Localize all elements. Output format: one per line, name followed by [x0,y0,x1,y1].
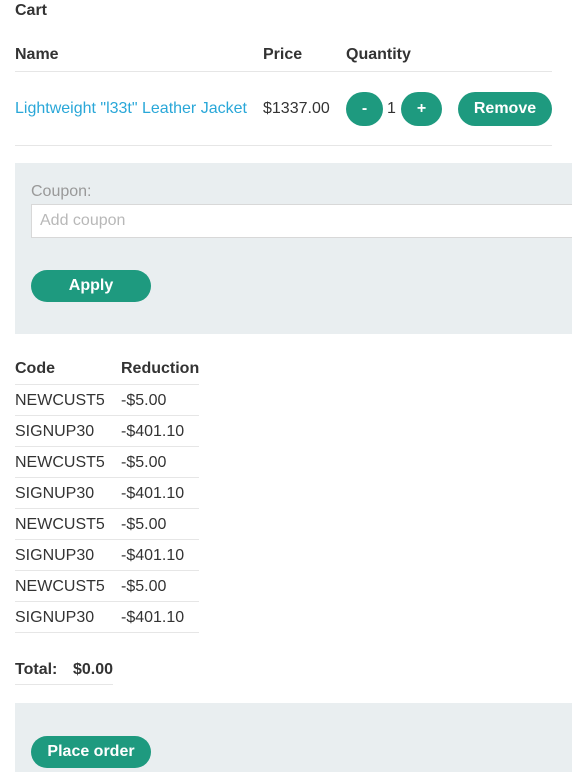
code-cell: SIGNUP30 [15,485,95,502]
decrease-quantity-button[interactable]: - [346,92,383,126]
table-row: NEWCUST5 -$5.00 [15,447,199,478]
reduction-cell: -$401.10 [121,485,185,502]
header-price: Price [263,46,303,63]
table-row: NEWCUST5 -$5.00 [15,509,199,540]
header-reduction: Reduction [121,360,200,377]
cart-table-header: Name Price Quantity [15,40,552,72]
code-cell: NEWCUST5 [15,578,105,595]
codes-table-header: Code Reduction [15,353,199,385]
remove-button[interactable]: Remove [458,92,552,126]
total-label: Total: [15,661,58,678]
code-cell: SIGNUP30 [15,609,95,626]
place-order-button[interactable]: Place order [31,736,151,768]
cart-table: Name Price Quantity Lightweight "l33t" L… [15,40,552,146]
table-row: SIGNUP30 -$401.10 [15,540,199,571]
code-cell: SIGNUP30 [15,423,95,440]
reduction-cell: -$5.00 [121,578,167,595]
reduction-cell: -$401.10 [121,547,185,564]
cart-item-row: Lightweight "l33t" Leather Jacket $1337.… [15,72,552,146]
coupon-input[interactable] [31,204,572,238]
product-link[interactable]: Lightweight "l33t" Leather Jacket [15,100,247,118]
header-quantity: Quantity [346,46,411,63]
code-cell: NEWCUST5 [15,516,105,533]
coupon-panel: Coupon: Apply [15,163,572,334]
coupon-label: Coupon: [31,183,92,200]
cart-page: Cart Name Price Quantity Lightweight "l3… [0,0,572,772]
table-row: NEWCUST5 -$5.00 [15,571,199,602]
apply-coupon-button[interactable]: Apply [31,270,151,302]
code-cell: NEWCUST5 [15,454,105,471]
quantity-value: 1 [387,100,396,117]
code-cell: NEWCUST5 [15,392,105,409]
table-row: NEWCUST5 -$5.00 [15,385,199,416]
reduction-cell: -$401.10 [121,423,185,440]
increase-quantity-button[interactable]: + [401,92,442,126]
total-row: Total: $0.00 [15,660,113,685]
coupon-codes-table: Code Reduction NEWCUST5 -$5.00 SIGNUP30 … [15,353,199,633]
reduction-cell: -$5.00 [121,454,167,471]
table-row: SIGNUP30 -$401.10 [15,602,199,633]
header-name: Name [15,46,59,63]
table-row: SIGNUP30 -$401.10 [15,416,199,447]
product-price: $1337.00 [263,100,330,117]
header-code: Code [15,360,55,377]
table-row: SIGNUP30 -$401.10 [15,478,199,509]
reduction-cell: -$5.00 [121,516,167,533]
code-cell: SIGNUP30 [15,547,95,564]
total-value: $0.00 [73,661,114,678]
reduction-cell: -$5.00 [121,392,167,409]
order-panel: Place order [15,703,572,772]
page-title: Cart [15,2,48,19]
reduction-cell: -$401.10 [121,609,185,626]
